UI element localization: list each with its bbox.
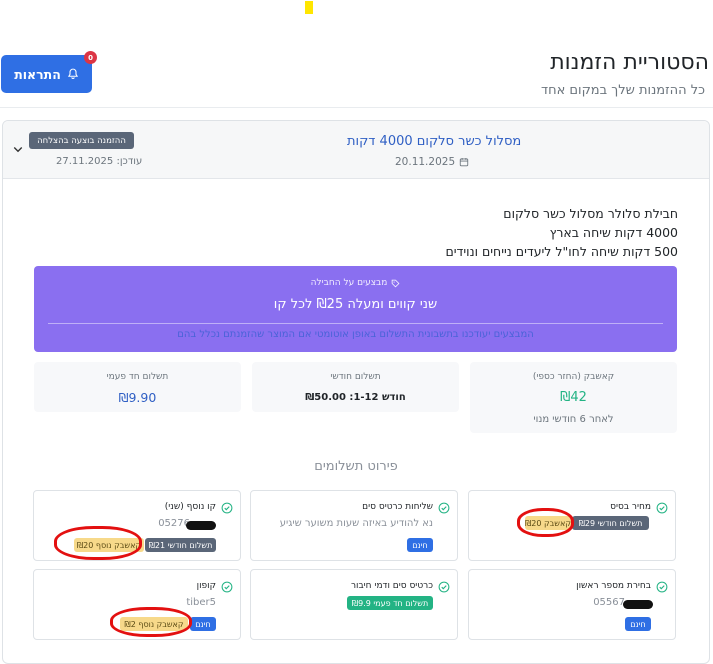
order-name[interactable]: מסלול כשר סלקום 4000 דקות: [347, 134, 521, 149]
description-line: חבילת סלולר מסלול כשר סלקום: [503, 206, 678, 221]
order-card: מסלול כשר סלקום 4000 דקות 20.11.2025 ההז…: [2, 120, 710, 664]
order-header[interactable]: מסלול כשר סלקום 4000 דקות 20.11.2025 ההז…: [3, 121, 709, 179]
free-badge: חינם: [407, 538, 433, 552]
payment-title: קופון: [196, 581, 216, 591]
promo-box: מבצעים על החבילה שני קווים ומעלה ₪25 לכל…: [34, 266, 677, 352]
status-badge: ההזמנה בוצעה בהצלחה: [29, 132, 134, 149]
payment-subtitle: tiber5: [186, 597, 216, 608]
order-date: 20.11.2025: [395, 156, 469, 168]
check-circle-icon: [656, 581, 668, 593]
free-badge: חינם: [190, 617, 216, 631]
bell-icon: [67, 68, 78, 80]
one-time-box: תשלום חד פעמי ₪9.90: [34, 362, 241, 412]
payment-card-coupon: קופון tiber5 חינם קאשבק נוסף ₪2: [33, 569, 241, 640]
page-title: הסטוריית הזמנות: [550, 50, 709, 75]
payment-title: כרטיס סים ודמי חיבור: [350, 581, 433, 591]
monthly-value: חודש 1-12: ₪50.00: [305, 392, 406, 403]
promo-main-text: שני קווים ומעלה ₪25 לכל קו: [273, 297, 438, 312]
page-subtitle: כל ההזמנות שלך במקום אחד: [541, 83, 705, 98]
payment-subtitle: 05567: [593, 597, 625, 608]
payment-title: בחירת מספר ראשון: [576, 581, 651, 591]
calendar-icon: [459, 157, 469, 167]
chevron-down-icon[interactable]: [12, 143, 24, 155]
monthly-box: תשלום חודשי חודש 1-12: ₪50.00: [252, 362, 459, 412]
monthly-payment-badge: תשלום חודשי ₪29: [572, 516, 649, 530]
alerts-label: התראות: [14, 66, 61, 82]
yellow-marker: [305, 1, 313, 14]
tag-icon: [392, 279, 400, 287]
monthly-payment-badge: תשלום חודשי ₪21: [145, 538, 216, 552]
cashback-value: ₪42: [560, 390, 587, 405]
check-circle-icon: [438, 581, 450, 593]
payment-title: מחיר בסיס: [610, 502, 651, 512]
cashback-label: קאשבק (החזר כספי): [532, 372, 615, 382]
promo-divider: [48, 323, 663, 324]
payment-card-sim-cards: כרטיס סים ודמי חיבור תשלום חד פעמי ₪9.9: [250, 569, 458, 640]
redaction-mark: [623, 600, 653, 609]
one-time-label: תשלום חד פעמי: [106, 372, 169, 382]
alerts-button[interactable]: התראות: [1, 55, 92, 93]
free-badge: חינם: [625, 617, 651, 631]
payment-title: שליחות כרטיס סים: [362, 502, 433, 512]
check-circle-icon: [656, 502, 668, 514]
highlight-circle: [110, 607, 192, 637]
alerts-count-badge: 0: [84, 51, 97, 64]
payment-card-extra-line: קו נוסף (שני) 05276 תשלום חודשי ₪21 קאשב…: [33, 490, 241, 561]
check-circle-icon: [438, 502, 450, 514]
header-divider: [0, 107, 713, 108]
payments-title: פירוט תשלומים: [314, 459, 398, 474]
one-time-payment-badge: תשלום חד פעמי ₪9.9: [347, 596, 433, 610]
updated-date: עודכן: 27.11.2025: [56, 156, 143, 167]
payment-title: קו נוסף (שני): [164, 502, 216, 512]
promo-label-text: מבצעים על החבילה: [310, 278, 388, 288]
monthly-label: תשלום חודשי: [330, 372, 381, 382]
payment-card-base-price: מחיר בסיס תשלום חודשי ₪29 קאשבק ₪20: [468, 490, 676, 561]
promo-label: מבצעים על החבילה: [34, 278, 677, 288]
one-time-value: ₪9.90: [118, 390, 157, 405]
payment-subtitle: נא להודיע באיזה שעות משוער שיגיע: [279, 518, 433, 529]
highlight-circle: [517, 508, 574, 537]
cashback-sub: לאחר 6 חודשי מנוי: [533, 414, 614, 425]
check-circle-icon: [221, 581, 233, 593]
check-circle-icon: [221, 502, 233, 514]
description-line: 500 דקות שיחה לחו"ל ליעדים נייחים ונוידי…: [445, 244, 678, 259]
payment-card-sim-shipping: שליחות כרטיס סים נא להודיע באיזה שעות מש…: [250, 490, 458, 561]
payment-card-number-choice: בחירת מספר ראשון 05567 חינם: [468, 569, 676, 640]
highlight-circle: [54, 526, 142, 560]
description-line: 4000 דקות שיחה בארץ: [549, 225, 678, 240]
redaction-mark: [186, 521, 216, 530]
order-date-text: 20.11.2025: [395, 156, 456, 168]
promo-note: המבצעים יעודכנו בתשבונית התשלום באופן או…: [177, 329, 534, 340]
cashback-box: קאשבק (החזר כספי) ₪42 לאחר 6 חודשי מנוי: [470, 362, 677, 433]
